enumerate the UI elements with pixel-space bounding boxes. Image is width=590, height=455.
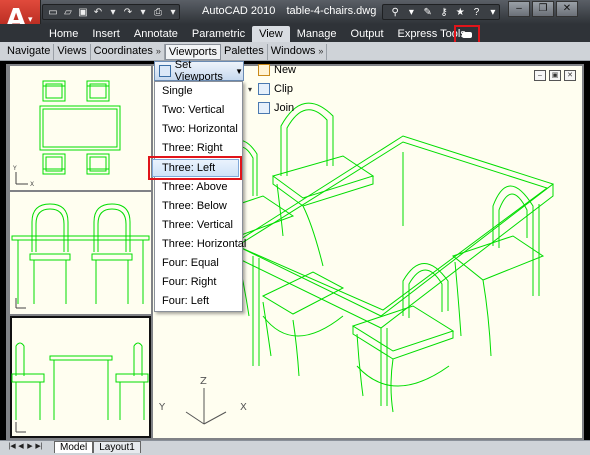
join-viewport-icon <box>258 102 270 114</box>
menu-item-four-equal[interactable]: Four: Equal <box>162 256 219 270</box>
help-dropdown-icon[interactable]: ▾ <box>487 7 499 18</box>
panel-palettes[interactable]: Palettes <box>221 44 268 60</box>
window-title: AutoCAD 2010 table-4-chairs.dwg <box>202 5 384 17</box>
viewport-top[interactable]: Y X <box>10 66 151 190</box>
tab-home[interactable]: Home <box>42 26 85 42</box>
panel-navigate[interactable]: Navigate <box>4 44 55 60</box>
clip-viewport-label: Clip <box>274 83 293 95</box>
ucs-x-label: X <box>240 402 247 413</box>
star-icon[interactable]: ★ <box>454 7 466 18</box>
minimize-icon[interactable]: – <box>508 1 530 17</box>
panel-viewports[interactable]: Viewports <box>164 44 222 60</box>
layout-tabs: Model Layout1 <box>54 441 141 453</box>
viewport-restore-icon[interactable]: ▣ <box>549 70 561 81</box>
set-viewports-button[interactable]: Set Viewports ▼ <box>154 59 244 83</box>
layout-nav-buttons: |◀ ◀ ▶ ▶| <box>8 441 43 452</box>
redo-dropdown-icon[interactable]: ▾ <box>137 7 149 18</box>
key-icon[interactable]: ⚷ <box>438 7 450 18</box>
viewport-front[interactable] <box>10 192 151 314</box>
restore-icon[interactable]: ❐ <box>532 1 554 17</box>
clip-viewport-button[interactable]: Clip <box>258 83 293 95</box>
clip-viewport-icon <box>258 83 270 95</box>
panel-views[interactable]: Views <box>54 44 91 60</box>
quick-access-toolbar: ▭ ▱ ▣ ↶ ▾ ↷ ▾ ⎙ ▾ <box>42 4 180 20</box>
customize-dropdown-icon[interactable]: ▾ <box>167 7 179 18</box>
panel-expand-icon[interactable]: » <box>156 46 161 56</box>
panel-expand-icon[interactable]: » <box>318 46 323 56</box>
set-viewports-label: Set Viewports <box>174 59 223 83</box>
tab-parametric[interactable]: Parametric <box>185 26 252 42</box>
tab-output[interactable]: Output <box>344 26 391 42</box>
open-icon[interactable]: ▱ <box>62 7 74 18</box>
search-dropdown-icon[interactable]: ▾ <box>405 7 417 18</box>
side-view-drawing <box>11 342 149 433</box>
new-viewport-button[interactable]: New <box>258 64 296 76</box>
file-name: table-4-chairs.dwg <box>286 5 377 17</box>
infocenter-toolbar: ⚲ ▾ ✎ ⚷ ★ ? ▾ <box>382 4 500 20</box>
menu-item-three-below[interactable]: Three: Below <box>162 199 227 213</box>
tab-annotate[interactable]: Annotate <box>127 26 185 42</box>
next-layout-icon[interactable]: ▶ <box>26 441 34 452</box>
binoculars-icon[interactable]: ⚲ <box>389 7 401 18</box>
panel-coordinates[interactable]: Coordinates» <box>91 44 165 60</box>
tab-model[interactable]: Model <box>54 441 94 453</box>
panel-windows-label: Windows <box>270 45 316 57</box>
panel-windows[interactable]: Windows» <box>268 44 328 60</box>
menu-item-three-above[interactable]: Three: Above <box>162 180 227 194</box>
undo-icon[interactable]: ↶ <box>92 7 104 18</box>
new-viewport-label: New <box>274 64 297 76</box>
ucs-z-label: Z <box>200 376 207 387</box>
tab-manage[interactable]: Manage <box>290 26 344 42</box>
panel-coordinates-label: Coordinates <box>93 45 153 57</box>
menu-item-three-vertical[interactable]: Three: Vertical <box>162 218 233 232</box>
last-layout-icon[interactable]: ▶| <box>35 441 43 452</box>
new-icon[interactable]: ▭ <box>47 7 59 18</box>
close-icon[interactable]: ✕ <box>556 1 578 17</box>
menu-item-four-right[interactable]: Four: Right <box>162 275 216 289</box>
menu-item-two-vertical[interactable]: Two: Vertical <box>162 103 224 117</box>
axis-y-label: Y <box>12 165 17 172</box>
viewport-minimize-icon[interactable]: – <box>534 70 546 81</box>
new-viewport-icon <box>258 64 270 76</box>
ucs-y-label: Y <box>158 402 166 413</box>
join-viewport-label: Join <box>274 102 295 114</box>
viewport-controls: – ▣ ✕ <box>534 70 576 81</box>
save-icon[interactable]: ▣ <box>77 7 89 18</box>
join-viewport-button[interactable]: Join <box>258 102 294 114</box>
viewport-left-active[interactable] <box>10 316 151 438</box>
first-layout-icon[interactable]: |◀ <box>8 441 16 452</box>
tab-layout1[interactable]: Layout1 <box>93 441 141 453</box>
help-icon[interactable]: ? <box>470 7 482 18</box>
menu-item-four-left[interactable]: Four: Left <box>162 294 209 308</box>
axis-x-label: X <box>30 181 34 188</box>
app-title: AutoCAD 2010 <box>202 5 276 17</box>
ribbon-toggle-icon <box>462 32 472 38</box>
front-view-drawing <box>11 203 150 309</box>
ribbon-panels: Navigate Views Coordinates» Viewports Pa… <box>4 44 328 60</box>
undo-dropdown-icon[interactable]: ▾ <box>107 7 119 18</box>
chevron-down-icon: ▼ <box>235 66 243 76</box>
window-controls: – ❐ ✕ <box>508 1 578 17</box>
wrench-icon[interactable]: ✎ <box>422 7 434 18</box>
redo-icon[interactable]: ↷ <box>122 7 134 18</box>
prev-layout-icon[interactable]: ◀ <box>17 441 25 452</box>
ribbon-tabs: Home Insert Annotate Parametric View Man… <box>42 26 473 42</box>
menu-item-two-horizontal[interactable]: Two: Horizontal <box>162 122 238 136</box>
tab-view[interactable]: View <box>252 26 290 42</box>
top-view-drawing: Y X <box>12 80 121 188</box>
tab-insert[interactable]: Insert <box>85 26 127 42</box>
menu-item-single[interactable]: Single <box>162 84 193 98</box>
menu-item-three-horizontal[interactable]: Three: Horizontal <box>162 237 246 251</box>
menu-item-three-left[interactable]: Three: Left <box>162 161 215 175</box>
clip-dropdown-icon[interactable]: ▾ <box>248 85 252 94</box>
viewports-icon <box>159 65 171 77</box>
viewport-close-icon[interactable]: ✕ <box>564 70 576 81</box>
menu-item-three-right[interactable]: Three: Right <box>162 141 223 155</box>
plot-icon[interactable]: ⎙ <box>152 7 164 18</box>
